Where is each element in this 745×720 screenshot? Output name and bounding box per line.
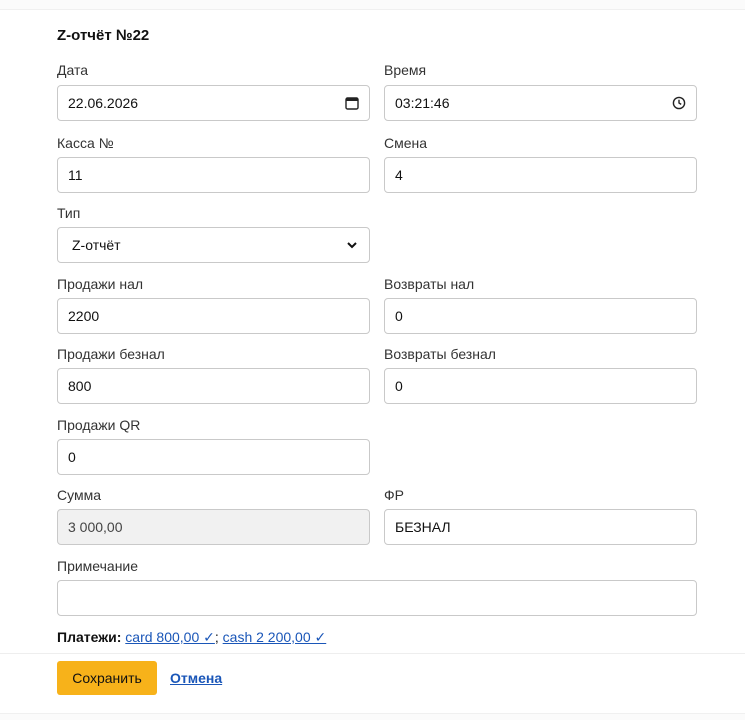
save-button[interactable]: Сохранить — [57, 661, 157, 695]
cancel-link[interactable]: Отмена — [170, 670, 222, 686]
register-label: Касса № — [57, 135, 114, 151]
note-input[interactable] — [57, 580, 697, 616]
payment-card-link[interactable]: card 800,00 ✓ — [125, 629, 215, 645]
calendar-icon[interactable] — [345, 96, 359, 110]
shift-value: 4 — [395, 167, 403, 183]
total-value: 3 000,00 — [68, 519, 123, 535]
payment-cash-link[interactable]: cash 2 200,00 ✓ — [223, 629, 327, 645]
payments-label: Платежи: — [57, 629, 122, 645]
time-label: Время — [384, 62, 427, 78]
note-label: Примечание — [57, 558, 139, 574]
returns-card-label: Возвраты безнал — [384, 346, 496, 362]
date-input[interactable]: 22.06.2026 — [57, 85, 370, 121]
payments-line: Платежи: card 800,00 ✓; cash 2 200,00 ✓ — [57, 629, 326, 646]
date-value: 22.06.2026 — [68, 95, 139, 111]
returns-card-input[interactable]: 0 — [384, 368, 697, 404]
type-select[interactable]: Z-отчёт — [57, 227, 370, 263]
z-report-dialog: Z-отчёт №22 Дата 22.06.2026 Время 03:21:… — [0, 10, 745, 713]
sales-qr-value: 0 — [68, 449, 76, 465]
fr-input[interactable]: БЕЗНАЛ — [384, 509, 697, 545]
total-label: Сумма — [57, 487, 101, 503]
fr-value: БЕЗНАЛ — [395, 519, 451, 535]
chevron-down-icon — [345, 238, 359, 252]
sales-cash-label: Продажи нал — [57, 276, 144, 292]
clock-icon[interactable] — [672, 96, 686, 110]
returns-cash-input[interactable]: 0 — [384, 298, 697, 334]
returns-card-value: 0 — [395, 378, 403, 394]
sales-qr-label: Продажи QR — [57, 417, 141, 433]
returns-cash-value: 0 — [395, 308, 403, 324]
sales-cash-input[interactable]: 2200 — [57, 298, 370, 334]
dialog-title: Z-отчёт №22 — [57, 27, 150, 44]
sales-card-label: Продажи безнал — [57, 346, 165, 362]
type-label: Тип — [57, 205, 81, 221]
payments-separator: ; — [214, 629, 219, 645]
fr-label: ФР — [384, 487, 404, 503]
time-input[interactable]: 03:21:46 — [384, 85, 697, 121]
total-field: 3 000,00 — [57, 509, 370, 545]
date-label: Дата — [57, 62, 89, 78]
register-input[interactable]: 11 — [57, 157, 370, 193]
shift-label: Смена — [384, 135, 428, 151]
register-value: 11 — [68, 167, 83, 183]
returns-cash-label: Возвраты нал — [384, 276, 475, 292]
sales-card-value: 800 — [68, 378, 92, 394]
sales-qr-input[interactable]: 0 — [57, 439, 370, 475]
time-value: 03:21:46 — [395, 95, 450, 111]
sales-cash-value: 2200 — [68, 308, 100, 324]
shift-input[interactable]: 4 — [384, 157, 697, 193]
footer-divider — [0, 653, 745, 654]
type-value: Z-отчёт — [72, 237, 121, 253]
sales-card-input[interactable]: 800 — [57, 368, 370, 404]
